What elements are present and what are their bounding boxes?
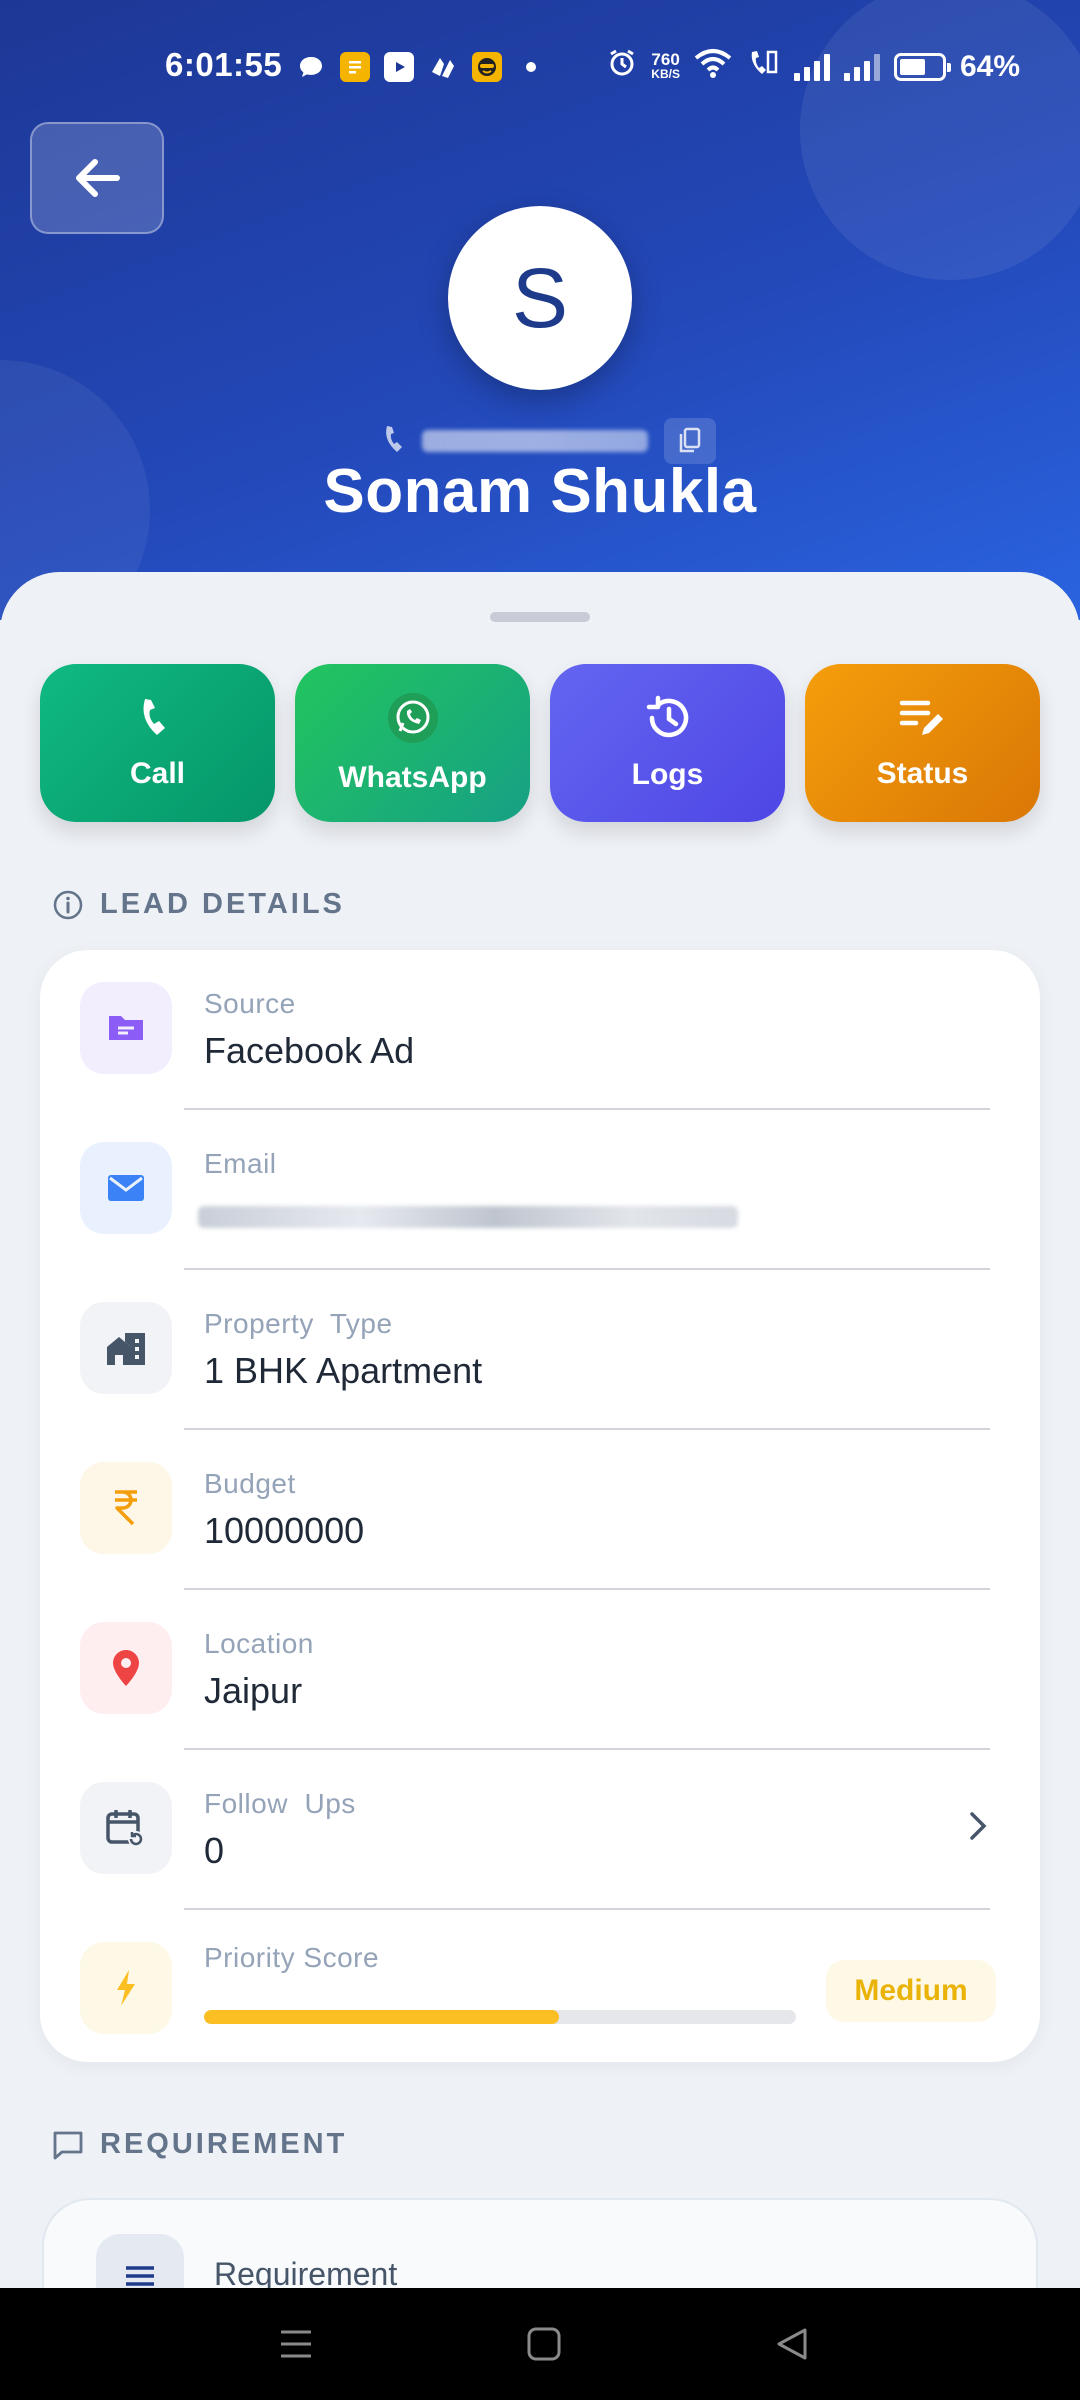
status-bar: 6:01:55 760 KB/S 64%: [0, 40, 1080, 100]
history-icon: [646, 695, 688, 738]
folder-icon: [80, 982, 172, 1074]
whatsapp-icon: [387, 693, 438, 743]
network-speed: 760 KB/S: [651, 50, 680, 82]
battery-percent: 64%: [959, 50, 1020, 83]
back-button[interactable]: [30, 122, 164, 234]
avatar: S: [448, 206, 632, 390]
phone-icon: [380, 423, 412, 460]
volte-call-icon: [746, 48, 780, 86]
status-right: 760 KB/S 64%: [607, 48, 1020, 86]
location-label: Location: [204, 1628, 314, 1659]
triangle-back-icon: [777, 2328, 807, 2360]
info-icon: [53, 890, 83, 919]
location-value: Jaipur: [204, 1670, 303, 1711]
priority-progress-fill: [204, 2010, 560, 2024]
call-button[interactable]: Call: [40, 664, 275, 822]
budget-label: Budget: [204, 1468, 296, 1499]
budget-value: 10000000: [204, 1510, 365, 1551]
whatsapp-label: WhatsApp: [338, 761, 487, 794]
youtube-icon: [384, 52, 414, 82]
detail-row-email: Email: [40, 1110, 1040, 1270]
notes-app-icon: [340, 52, 370, 82]
battery-icon: [893, 53, 951, 81]
home-button[interactable]: [526, 2326, 562, 2367]
back-nav-button[interactable]: [774, 2326, 810, 2367]
mail-icon: [80, 1142, 172, 1234]
signal-strength-2-icon: [843, 53, 880, 81]
app-logo-icon: [428, 52, 458, 82]
detail-row-source: Source Facebook Ad: [40, 950, 1040, 1110]
property-type-label: Property Type: [204, 1308, 393, 1339]
lightning-icon: [80, 1942, 172, 2034]
chevron-right-icon: [968, 1810, 988, 1847]
detail-row-follow-ups[interactable]: Follow Ups 0: [40, 1750, 1040, 1910]
menu-lines-icon: [281, 2330, 311, 2358]
lead-details-heading: LEAD DETAILS: [52, 888, 345, 921]
chat-bubble-icon: [296, 52, 326, 82]
lead-details-card: Source Facebook Ad Email Property Type 1…: [40, 950, 1040, 2062]
home-square-icon: [527, 2327, 561, 2361]
status-time: 6:01:55: [165, 46, 283, 83]
detail-row-budget: Budget 10000000: [40, 1430, 1040, 1590]
lead-details-title: LEAD DETAILS: [100, 888, 345, 920]
details-sheet: Call WhatsApp Logs Status LEAD DETAILS S…: [0, 572, 1080, 2398]
source-label: Source: [204, 988, 296, 1019]
location-pin-icon: [80, 1622, 172, 1714]
alarm-icon: [607, 48, 637, 86]
copy-icon: [679, 427, 701, 453]
emoji-app-icon: [472, 52, 502, 82]
follow-ups-value: 0: [204, 1830, 225, 1871]
detail-row-location: Location Jaipur: [40, 1590, 1040, 1750]
detail-row-property-type: Property Type 1 BHK Apartment: [40, 1270, 1040, 1430]
network-speed-value: 760: [651, 50, 680, 69]
property-type-value: 1 BHK Apartment: [204, 1350, 483, 1391]
priority-label: Priority Score: [204, 1942, 380, 1973]
signal-strength-1-icon: [793, 53, 830, 81]
profile-header: 6:01:55 760 KB/S 64% S Sonam Shukla: [0, 0, 1080, 620]
requirement-title: REQUIREMENT: [100, 2128, 348, 2160]
quick-actions: Call WhatsApp Logs Status: [40, 664, 1040, 822]
email-label: Email: [204, 1148, 277, 1179]
priority-badge: Medium: [826, 1960, 996, 2022]
lead-name: Sonam Shukla: [323, 457, 757, 526]
network-speed-unit: KB/S: [651, 67, 680, 81]
recent-apps-button[interactable]: [278, 2326, 314, 2367]
follow-ups-label: Follow Ups: [204, 1788, 356, 1819]
whatsapp-button[interactable]: WhatsApp: [295, 664, 530, 822]
calendar-refresh-icon: [80, 1782, 172, 1874]
notification-icons: [296, 52, 546, 82]
phone-icon: [143, 699, 165, 735]
sheet-handle[interactable]: [490, 612, 590, 622]
priority-progress-bar: [204, 2010, 796, 2024]
email-redacted: [198, 1206, 738, 1228]
comment-icon: [53, 2131, 83, 2159]
call-label: Call: [129, 757, 186, 790]
source-value: Facebook Ad: [204, 1030, 415, 1071]
system-nav-bar: [0, 2288, 1080, 2400]
edit-list-icon: [899, 700, 943, 735]
requirement-heading: REQUIREMENT: [52, 2128, 347, 2161]
status-button[interactable]: Status: [805, 664, 1040, 822]
more-dot-icon: [516, 52, 546, 82]
wifi-icon: [694, 48, 732, 86]
phone-number-redacted: [422, 430, 648, 452]
logs-label: Logs: [631, 758, 704, 791]
rupee-icon: [80, 1462, 172, 1554]
arrow-left-icon: [76, 159, 120, 197]
status-label: Status: [876, 757, 969, 790]
logs-button[interactable]: Logs: [550, 664, 785, 822]
building-icon: [80, 1302, 172, 1394]
